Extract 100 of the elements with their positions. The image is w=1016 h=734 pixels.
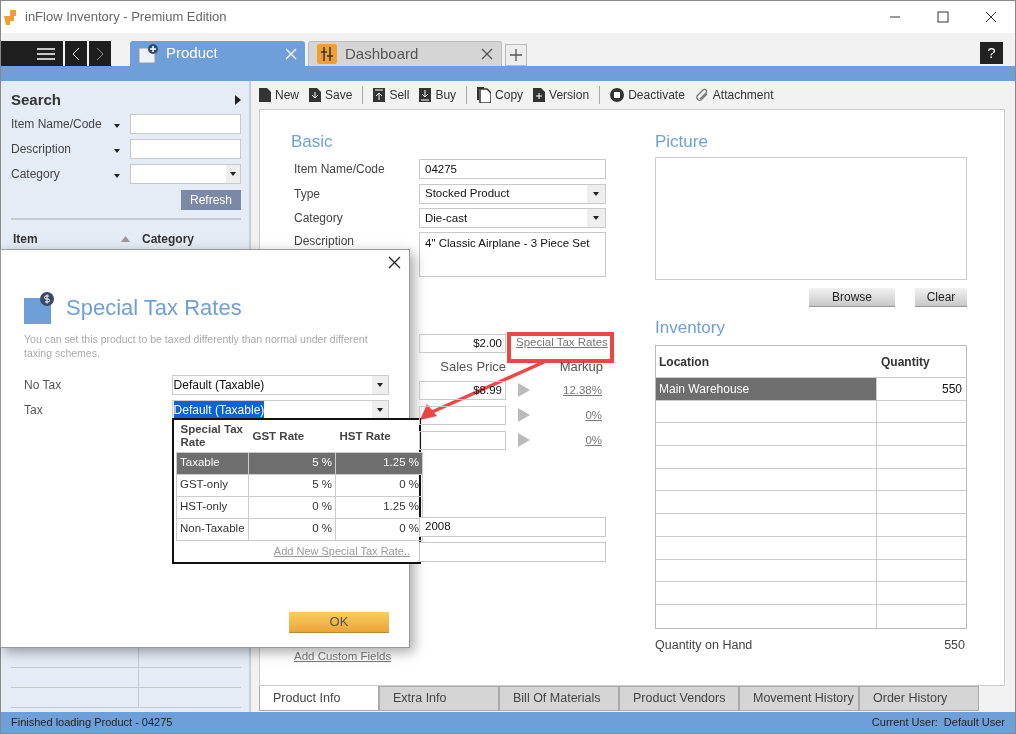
dialog-title: Special Tax Rates	[66, 294, 242, 322]
user-name: Default User	[943, 715, 1005, 731]
stop-icon	[610, 88, 625, 102]
section-title: Inventory	[655, 318, 726, 338]
column-header: Item	[12, 230, 39, 248]
dropdown[interactable]: Stocked Product	[419, 183, 606, 204]
user-label: Current User:	[871, 715, 938, 731]
list-row[interactable]: Non-Taxable 0 % 0 %	[176, 518, 423, 540]
caret-icon	[377, 407, 383, 412]
input-field[interactable]: 04275	[419, 159, 606, 180]
help-button[interactable]: ?	[980, 42, 1003, 64]
table-cell[interactable]: Main Warehouse	[656, 378, 877, 400]
document-download-icon	[309, 88, 321, 102]
menu-icon[interactable]	[37, 47, 55, 60]
filter-field[interactable]	[129, 139, 241, 159]
field-label: No Tax	[24, 376, 63, 394]
maximize-icon[interactable]	[937, 11, 949, 23]
total-label: Quantity on Hand	[655, 636, 753, 654]
list-row[interactable]: HST-only 0 % 1.25 %	[176, 496, 423, 518]
caret-icon	[377, 382, 383, 387]
document-plus-icon	[138, 43, 158, 64]
page-tab[interactable]: Bill Of Materials	[499, 686, 619, 711]
column-header: Markup	[558, 357, 603, 376]
markup-link[interactable]: 0%	[585, 408, 602, 421]
filter-label: Item Name/Code	[11, 116, 103, 133]
section-title: Picture	[655, 132, 709, 152]
field-label: Description	[293, 232, 356, 250]
total-value: 550	[944, 636, 965, 654]
filter-label: Category	[11, 166, 61, 183]
ok-button[interactable]: OK	[289, 612, 389, 633]
toolbar-button[interactable]: Attachment	[694, 86, 774, 104]
filter-label: Description	[11, 141, 73, 158]
toolbar-button[interactable]: Deactivate	[610, 86, 685, 104]
toolbar-button[interactable]: Buy	[419, 86, 457, 104]
field-label: Category	[293, 210, 344, 228]
paperclip-icon	[694, 88, 709, 102]
plus-icon	[510, 49, 522, 61]
sliders-icon	[317, 44, 337, 64]
sort-icon[interactable]	[121, 236, 130, 243]
toolbar-button[interactable]: Copy	[477, 86, 524, 104]
input-field[interactable]	[419, 405, 506, 425]
close-icon[interactable]	[985, 11, 997, 23]
filter-field[interactable]	[129, 114, 241, 134]
table-cell-text: 550	[940, 380, 963, 398]
page-tab[interactable]: Movement History	[739, 686, 859, 711]
caret-icon	[593, 216, 599, 221]
page-tab[interactable]: Product Info	[259, 686, 379, 711]
column-header: Sales Price	[439, 357, 506, 376]
toolbar-button[interactable]: Sell	[373, 86, 410, 104]
page-tab[interactable]: Extra Info	[379, 686, 499, 711]
markup-link[interactable]: 0%	[585, 433, 602, 446]
column-header: Special Tax Rate	[176, 421, 249, 452]
input-field[interactable]: $2.00	[419, 333, 506, 353]
caret-icon	[593, 191, 599, 196]
add-custom-fields-link[interactable]: Add Custom Fields	[294, 649, 392, 662]
field-label: Item Name/Code	[293, 161, 386, 179]
toolbar-button[interactable]: Save	[309, 86, 353, 104]
folder-money-icon	[24, 291, 54, 324]
window-title: inFlow Inventory - Premium Edition	[25, 8, 227, 27]
back-icon[interactable]	[72, 46, 80, 61]
download-icon	[419, 88, 432, 102]
caret-icon[interactable]	[114, 174, 121, 178]
caret-icon	[230, 172, 236, 176]
column-header: HST Rate	[335, 421, 423, 452]
document-plus-icon	[533, 88, 546, 102]
dropdown[interactable]: Die-cast	[419, 208, 606, 229]
forward-icon[interactable]	[96, 46, 104, 61]
app-tab[interactable]: Dashboard	[308, 41, 502, 66]
text-area[interactable]: 4" Classic Airplane - 3 Piece Set	[419, 231, 606, 277]
column-header: Quantity	[881, 353, 930, 371]
caret-icon[interactable]	[114, 124, 121, 128]
new-tab-button[interactable]	[505, 44, 527, 66]
toolbar-button[interactable]: Version	[533, 86, 590, 104]
clear-button[interactable]: Clear	[915, 288, 967, 307]
input-field[interactable]: 2008	[419, 517, 606, 537]
field-label: Tax	[24, 401, 44, 419]
section-title: Basic	[291, 132, 334, 152]
status-message: Finished loading Product - 04275	[11, 715, 173, 731]
collapse-icon[interactable]	[235, 95, 241, 106]
close-icon[interactable]	[388, 256, 401, 269]
column-header: Location	[658, 353, 710, 371]
document-icon	[259, 88, 271, 102]
special-tax-rates-link[interactable]: Special Tax Rates	[516, 334, 608, 352]
list-row[interactable]: GST-only 5 % 0 %	[176, 474, 423, 496]
refresh-button[interactable]: Refresh	[181, 189, 241, 210]
page-tab[interactable]: Order History	[859, 686, 979, 711]
input-field[interactable]	[419, 542, 606, 562]
list-row[interactable]: Taxable 5 % 1.25 %	[176, 452, 423, 474]
search-title: Search	[11, 90, 62, 110]
toolbar-button[interactable]: New	[259, 86, 299, 104]
input-field[interactable]	[419, 430, 506, 450]
browse-button[interactable]: Browse	[809, 288, 895, 307]
dropdown[interactable]: Default (Taxable)	[171, 374, 389, 395]
field-label: Type	[293, 185, 321, 203]
upload-icon	[373, 88, 386, 102]
caret-icon[interactable]	[114, 149, 121, 153]
column-header: Category	[142, 230, 194, 248]
page-tab[interactable]: Product Vendors	[619, 686, 739, 711]
markup-link[interactable]: 12.38%	[563, 383, 602, 396]
dialog-description: You can set this product to be taxed differently than normal under different taxing schemes.	[24, 332, 369, 360]
